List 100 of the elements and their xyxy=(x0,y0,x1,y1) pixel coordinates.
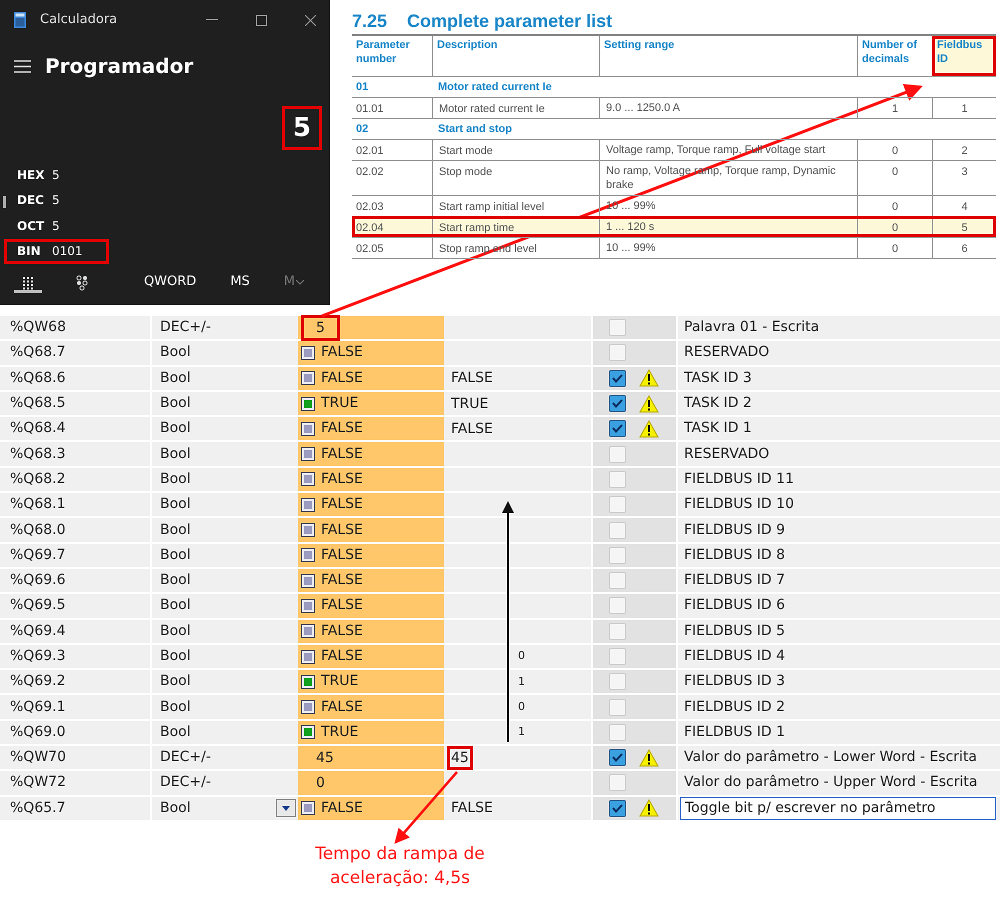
fieldbus-id: 2 xyxy=(932,140,996,160)
parameter-description: Stop mode xyxy=(432,161,599,195)
decimals-value: 0 xyxy=(857,217,932,237)
monitor-value: FALSE xyxy=(321,596,363,616)
address-cell-text: %Q69.4 xyxy=(9,622,66,641)
monitor-value: FALSE xyxy=(321,698,363,717)
base-row[interactable]: HEX 5 xyxy=(4,162,109,188)
type-cell-text: Bool xyxy=(160,520,191,540)
monitor-value: FALSE xyxy=(321,571,363,590)
address-cell-text: %Q68.1 xyxy=(9,495,66,514)
monitor-value: TRUE xyxy=(321,394,358,414)
mode-title: Programador xyxy=(45,53,194,80)
address-cell-text: %Q68.2 xyxy=(9,470,66,489)
column-header: Fieldbus ID xyxy=(932,36,996,76)
comment-cell-text: FIELDBUS ID 8 xyxy=(683,546,786,565)
group-title: Start and stop xyxy=(437,122,513,137)
footer-button[interactable]: QWORD xyxy=(144,272,196,292)
comment-cell-text: FIELDBUS ID 6 xyxy=(683,596,786,616)
comment-cell-text: TASK ID 1 xyxy=(683,419,753,438)
parameter-number: 01.01 xyxy=(355,102,385,117)
comment-cell-text: Palavra 01 - Escrita xyxy=(683,318,820,338)
warning-icon xyxy=(639,369,659,388)
base-row[interactable]: DEC 5 xyxy=(4,188,109,213)
footer-button[interactable]: MS xyxy=(230,272,250,292)
parameter-number: 02.03 xyxy=(355,200,385,215)
address-cell-text: %Q68.6 xyxy=(9,368,66,388)
base-label: OCT xyxy=(17,218,46,235)
address-cell-text: %Q68.4 xyxy=(9,419,66,438)
base-label: DEC xyxy=(17,192,45,210)
base-value: 5 xyxy=(52,218,60,235)
annotation-text: Tempo da rampa de aceleração: 4,5s xyxy=(314,842,486,890)
type-cell-text: Bool xyxy=(160,394,191,414)
column-header: Setting range xyxy=(599,36,857,76)
maximize-icon[interactable] xyxy=(256,14,267,26)
comment-cell-text: Valor do parâmetro - Lower Word - Escrita xyxy=(683,748,978,768)
type-cell-text: Bool xyxy=(160,444,191,464)
type-cell-text: Bool xyxy=(160,343,191,362)
type-cell-text: Bool xyxy=(160,368,191,388)
type-cell-text: Bool xyxy=(160,546,191,565)
monitor-value: FALSE xyxy=(321,546,363,565)
comment-cell-text: FIELDBUS ID 1 xyxy=(683,722,786,742)
comment-cell[interactable]: Toggle bit p/ escrever no parâmetro xyxy=(680,796,996,820)
parameter-number: 02.04 xyxy=(355,221,385,236)
base-value: 0101 xyxy=(52,243,83,260)
warning-icon xyxy=(639,394,659,413)
comment-cell-text: TASK ID 2 xyxy=(683,394,753,414)
type-cell-text: DEC+/- xyxy=(160,773,211,792)
monitor-value: TRUE xyxy=(321,722,358,742)
monitor-value: FALSE xyxy=(321,470,363,489)
decimals-value: 1 xyxy=(857,98,932,118)
fieldbus-id: 1 xyxy=(932,98,996,118)
address-cell-text: %Q65.7 xyxy=(9,798,66,818)
address-cell-text: %QW72 xyxy=(9,773,67,792)
base-value: 5 xyxy=(52,192,60,210)
monitor-value: FALSE xyxy=(321,622,363,641)
modify-checkbox[interactable] xyxy=(609,370,626,387)
parameter-description: Motor rated current Ie xyxy=(432,98,599,118)
monitor-value: FALSE xyxy=(321,520,363,540)
dropdown-button[interactable] xyxy=(276,799,296,818)
calculator-icon xyxy=(14,12,26,28)
close-icon[interactable] xyxy=(305,14,316,26)
parameter-description: Start mode xyxy=(432,140,599,160)
address-cell-text: %Q68.3 xyxy=(9,444,66,464)
setting-range: 1 ... 120 s xyxy=(599,217,857,237)
monitor-value: FALSE xyxy=(321,343,363,362)
type-cell-text: Bool xyxy=(160,798,191,818)
comment-cell-text: FIELDBUS ID 2 xyxy=(683,698,786,717)
address-cell-text: %Q69.2 xyxy=(9,672,66,692)
minimize-icon[interactable] xyxy=(206,19,218,21)
bit-value: 0 xyxy=(518,698,525,715)
type-cell-text: Bool xyxy=(160,698,191,717)
comment-cell-text: FIELDBUS ID 5 xyxy=(683,622,786,641)
monitor-value: FALSE xyxy=(321,444,363,464)
modify-checkbox[interactable] xyxy=(609,749,626,766)
group-number: 02 xyxy=(355,122,370,137)
section-title: Complete parameter list xyxy=(407,10,612,33)
checkmark-icon xyxy=(612,753,623,762)
base-row[interactable]: BIN 0101 xyxy=(4,238,109,264)
address-cell-text: %QW68 xyxy=(9,318,67,338)
comment-cell-text: FIELDBUS ID 10 xyxy=(683,495,795,514)
address-cell-text: %QW70 xyxy=(9,748,67,768)
modify-checkbox[interactable] xyxy=(609,800,626,817)
monitor-value: FALSE xyxy=(321,798,363,818)
base-row[interactable]: OCT 5 xyxy=(4,213,109,238)
fieldbus-id: 5 xyxy=(932,217,996,237)
parameter-number: 02.05 xyxy=(355,242,385,257)
modify-checkbox[interactable] xyxy=(609,420,626,438)
address-cell-text: %Q69.0 xyxy=(9,722,66,742)
column-header: Parameter number xyxy=(355,38,411,67)
parameter-number: 02.02 xyxy=(355,165,385,180)
menu-icon[interactable] xyxy=(14,60,31,72)
type-cell-text: Bool xyxy=(160,596,191,616)
address-cell-text: %Q68.5 xyxy=(9,394,66,414)
decimals-value: 0 xyxy=(857,161,932,195)
type-cell-text: Bool xyxy=(160,722,191,742)
column-header: Description xyxy=(432,36,599,76)
type-cell-text: DEC+/- xyxy=(160,318,211,338)
modify-checkbox[interactable] xyxy=(609,395,626,412)
window-title: Calculadora xyxy=(40,11,118,30)
modify-value: TRUE xyxy=(450,394,490,413)
